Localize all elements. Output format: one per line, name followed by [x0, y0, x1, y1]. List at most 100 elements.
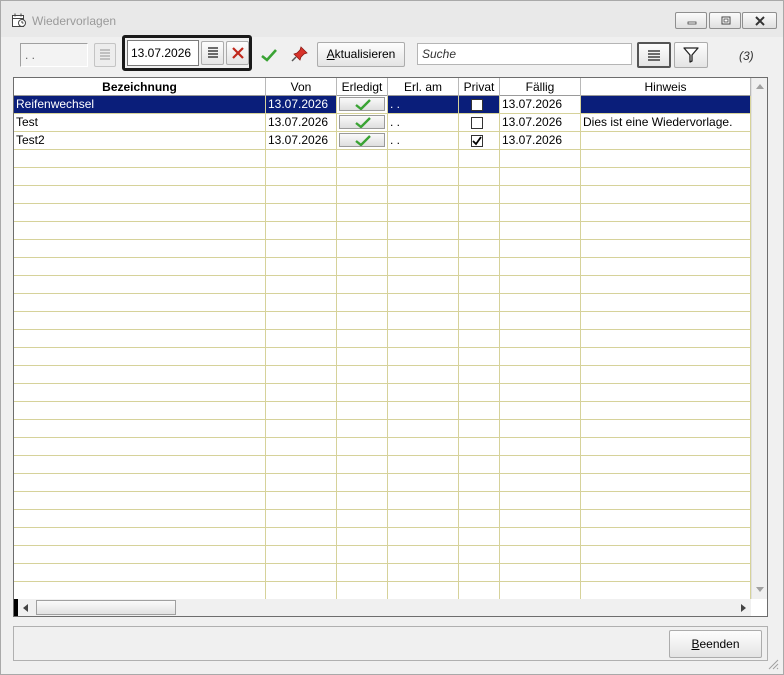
date-list-button[interactable] [201, 41, 224, 65]
close-button[interactable]: Beenden [669, 630, 762, 658]
previous-date-field[interactable]: . . [20, 43, 88, 67]
cell-faellig [500, 366, 581, 384]
private-checkbox[interactable] [471, 135, 483, 147]
col-header-hinweis[interactable]: Hinweis [581, 78, 751, 96]
table-row[interactable] [14, 276, 751, 294]
col-header-erledigt[interactable]: Erledigt [337, 78, 388, 96]
cell-privat [459, 348, 500, 366]
cell-hinweis [581, 492, 751, 510]
mark-done-button[interactable] [339, 115, 385, 129]
list-view-toggle[interactable] [637, 42, 671, 68]
clear-date-button[interactable] [226, 41, 249, 65]
cell-hinweis [581, 510, 751, 528]
table-row[interactable] [14, 384, 751, 402]
cell-erl_am [388, 456, 459, 474]
cell-faellig [500, 348, 581, 366]
search-input[interactable]: Suche [417, 43, 632, 65]
table-row[interactable] [14, 348, 751, 366]
table-row[interactable] [14, 258, 751, 276]
scroll-down-arrow-icon[interactable] [755, 586, 765, 594]
table-row[interactable] [14, 510, 751, 528]
scroll-up-arrow-icon[interactable] [755, 82, 765, 90]
table-row[interactable] [14, 582, 751, 600]
cell-erl_am [388, 294, 459, 312]
cell-hinweis [581, 276, 751, 294]
refresh-button[interactable]: Aktualisieren [317, 42, 405, 67]
scroll-left-arrow-icon[interactable] [22, 603, 30, 613]
col-header-bezeichnung[interactable]: Bezeichnung [14, 78, 266, 96]
private-checkbox[interactable] [471, 99, 483, 111]
cell-erl_am [388, 258, 459, 276]
cell-bezeichnung [14, 420, 266, 438]
cell-hinweis [581, 132, 751, 150]
previous-list-button[interactable] [94, 43, 116, 67]
table-row[interactable] [14, 204, 751, 222]
cell-von [266, 240, 337, 258]
cell-erledigt [337, 276, 388, 294]
mark-done-button[interactable] [339, 133, 385, 147]
cell-bezeichnung [14, 384, 266, 402]
table-row[interactable] [14, 528, 751, 546]
table-row[interactable] [14, 474, 751, 492]
table-row[interactable] [14, 240, 751, 258]
cell-privat [459, 402, 500, 420]
minimize-button[interactable] [675, 12, 707, 29]
cell-hinweis [581, 528, 751, 546]
table-row[interactable] [14, 294, 751, 312]
cell-erledigt [337, 546, 388, 564]
horizontal-scroll-thumb[interactable] [36, 600, 176, 615]
resize-grip-icon[interactable] [767, 658, 779, 670]
table-row[interactable] [14, 168, 751, 186]
table-row[interactable]: Reifenwechsel 13.07.2026. . 13.07.2026 [14, 96, 751, 114]
table-row[interactable] [14, 402, 751, 420]
date-field[interactable]: 13.07.2026 [127, 40, 199, 66]
table-row[interactable]: Test 13.07.2026. . 13.07.2026 Dies ist eine… [14, 114, 751, 132]
cell-hinweis [581, 438, 751, 456]
cell-bezeichnung [14, 150, 266, 168]
table-row[interactable] [14, 438, 751, 456]
maximize-icon [721, 16, 731, 25]
cell-hinweis [581, 240, 751, 258]
table-row[interactable] [14, 546, 751, 564]
scroll-right-arrow-icon[interactable] [739, 603, 747, 613]
cell-bezeichnung [14, 366, 266, 384]
cell-von [266, 168, 337, 186]
wiedervorlagen-window: Wiedervorlagen . . 13.07.2026 Aktualisie… [0, 0, 784, 675]
horizontal-scrollbar[interactable] [14, 599, 751, 616]
col-header-privat[interactable]: Privat [459, 78, 500, 96]
cell-hinweis [581, 564, 751, 582]
table-row[interactable] [14, 564, 751, 582]
cell-erl_am [388, 348, 459, 366]
mark-done-button[interactable] [339, 97, 385, 111]
cell-privat [459, 294, 500, 312]
table-row[interactable] [14, 222, 751, 240]
maximize-button[interactable] [709, 12, 741, 29]
close-window-button[interactable] [742, 12, 777, 29]
cell-erledigt [337, 240, 388, 258]
cell-von [266, 150, 337, 168]
col-header-erl-am[interactable]: Erl. am [388, 78, 459, 96]
cell-erl_am [388, 438, 459, 456]
cell-hinweis [581, 204, 751, 222]
table-row[interactable] [14, 492, 751, 510]
cell-hinweis: Dies ist eine Wiedervorlage. [581, 114, 751, 132]
table-row[interactable]: Test2 13.07.2026. . 13.07.2026 [14, 132, 751, 150]
scroll-edge-marker [14, 599, 18, 616]
table-row[interactable] [14, 456, 751, 474]
cell-erl_am [388, 384, 459, 402]
list-icon [100, 49, 110, 60]
col-header-faellig[interactable]: Fällig [500, 78, 581, 96]
green-check-icon[interactable] [260, 47, 278, 63]
table-row[interactable] [14, 150, 751, 168]
table-row[interactable] [14, 420, 751, 438]
cell-hinweis [581, 222, 751, 240]
filter-button[interactable] [674, 42, 708, 68]
table-row[interactable] [14, 312, 751, 330]
red-pin-icon[interactable] [290, 45, 310, 63]
table-row[interactable] [14, 186, 751, 204]
table-row[interactable] [14, 366, 751, 384]
col-header-von[interactable]: Von [266, 78, 337, 96]
private-checkbox[interactable] [471, 117, 483, 129]
vertical-scrollbar[interactable] [751, 78, 767, 599]
table-row[interactable] [14, 330, 751, 348]
